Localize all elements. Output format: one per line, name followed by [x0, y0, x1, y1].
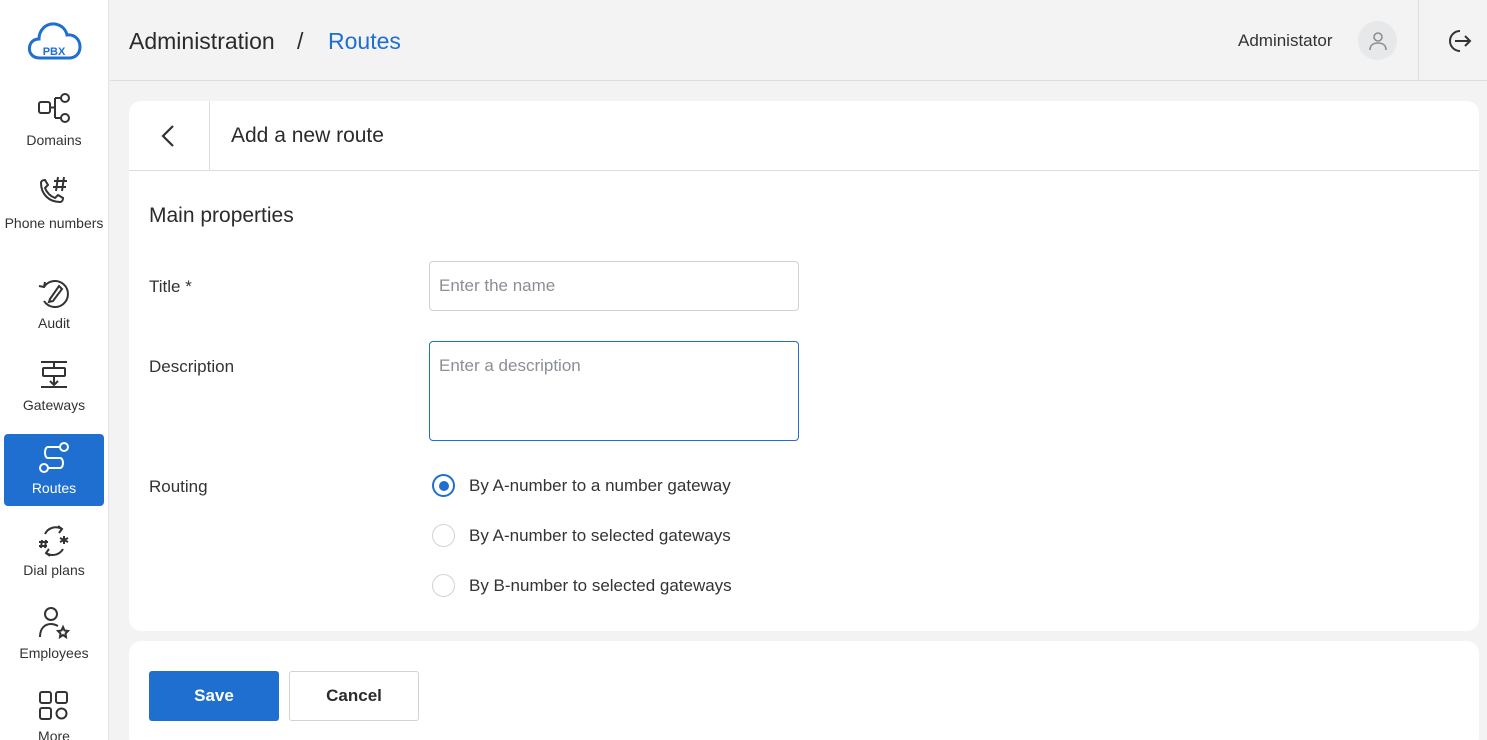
section-title: Main properties [149, 204, 294, 227]
sidebar-item-label: Audit [38, 315, 70, 331]
routing-option-a-number-selected-gateways[interactable]: By A-number to selected gateways [432, 524, 731, 547]
sidebar-item-label: Phone numbers [4, 215, 104, 231]
title-label: Title * [149, 277, 192, 296]
routing-option-b-number-selected-gateways[interactable]: By B-number to selected gateways [432, 574, 732, 597]
sidebar-item-label: Dial plans [23, 562, 85, 578]
routing-option-a-number-number-gateway[interactable]: By A-number to a number gateway [432, 474, 731, 497]
sidebar-item-dial-plans[interactable]: Dial plans [4, 522, 104, 584]
back-button[interactable] [129, 101, 210, 170]
logout-icon [1449, 30, 1472, 52]
gateways-icon [41, 361, 67, 388]
save-button[interactable]: Save [149, 671, 279, 721]
sidebar-item-more[interactable]: More [4, 688, 104, 740]
audit-icon [38, 280, 69, 308]
user-icon [1368, 31, 1387, 50]
sidebar-item-audit[interactable]: Audit [4, 275, 104, 337]
actions-card: Save Cancel [129, 641, 1479, 740]
pbx-logo[interactable]: PBX [24, 17, 84, 67]
phone-number-icon [39, 176, 67, 204]
dial-plans-icon [39, 525, 69, 557]
avatar[interactable] [1358, 21, 1397, 60]
title-input[interactable] [429, 261, 799, 311]
breadcrumb-administration[interactable]: Administration [129, 27, 275, 55]
top-bar: Administration / Routes Administator [110, 0, 1487, 81]
logo-text: PBX [43, 46, 66, 58]
sidebar-item-phone-numbers[interactable]: Phone numbers [4, 175, 104, 255]
sidebar-item-routes[interactable]: Routes [4, 434, 104, 506]
sidebar-item-label: Gateways [22, 397, 86, 413]
radio-label: By A-number to a number gateway [469, 475, 731, 495]
radio-checked[interactable] [432, 474, 455, 497]
breadcrumb-separator: / [297, 28, 304, 54]
chevron-left-icon [161, 124, 174, 147]
sidebar-item-label: Domains [26, 132, 82, 148]
radio-unchecked[interactable] [432, 574, 455, 597]
radio-label: By B-number to selected gateways [469, 575, 732, 595]
page-title: Add a new route [231, 124, 384, 147]
sidebar-item-gateways[interactable]: Gateways [4, 357, 104, 419]
description-input[interactable] [429, 341, 799, 441]
routing-label: Routing [149, 477, 208, 496]
breadcrumb-routes[interactable]: Routes [328, 27, 401, 55]
sidebar-item-label: Routes [31, 480, 77, 496]
logout-button[interactable] [1444, 27, 1472, 55]
sidebar-item-label: More [38, 728, 70, 740]
radio-label: By A-number to selected gateways [469, 525, 731, 545]
sidebar-item-domains[interactable]: Domains [4, 92, 104, 154]
cancel-button[interactable]: Cancel [289, 671, 419, 721]
cloud-logo-icon: PBX [27, 22, 82, 60]
topbar-divider [1418, 0, 1419, 80]
user-name: Administator [1238, 31, 1333, 50]
card-header: Add a new route [129, 101, 1479, 171]
routes-icon [39, 442, 69, 473]
domains-icon [38, 93, 70, 123]
radio-unchecked[interactable] [432, 524, 455, 547]
route-form-card: Add a new route Main properties Title * … [129, 101, 1479, 631]
sidebar-item-label: Employees [19, 645, 89, 661]
sidebar-item-employees[interactable]: Employees [4, 605, 104, 667]
sidebar: PBX Domains Phone numbers Audit Gateways… [0, 0, 109, 740]
employees-icon [39, 607, 71, 640]
description-label: Description [149, 357, 235, 376]
more-apps-icon [39, 691, 68, 720]
